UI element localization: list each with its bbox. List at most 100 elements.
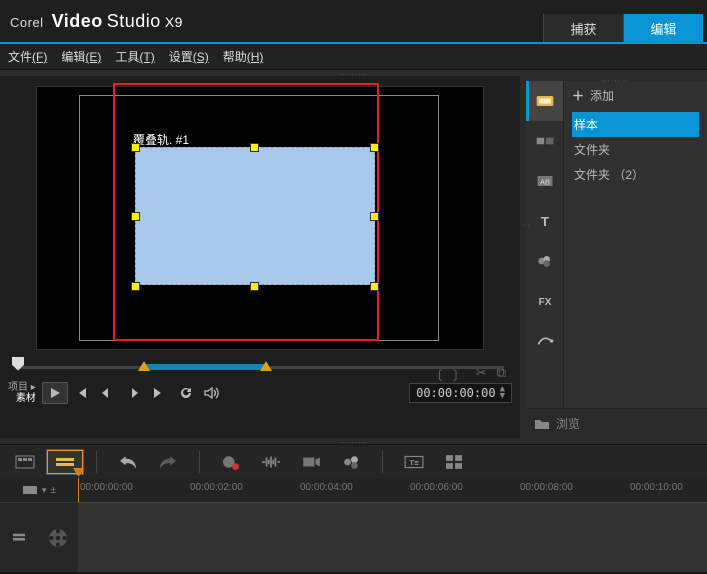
library-grip[interactable]	[526, 76, 707, 81]
loop-button[interactable]	[172, 382, 198, 404]
mark-in-icon[interactable]: 〔	[430, 365, 443, 384]
svg-text:FX: FX	[538, 297, 551, 308]
brand-version: X9	[165, 14, 183, 30]
tab-edit[interactable]: 编辑	[623, 14, 703, 42]
play-button[interactable]	[42, 382, 68, 404]
audio-mixer-button[interactable]	[252, 449, 290, 475]
timeline: ▾ ± 00:00:00:00 00:00:02:00 00:00:04:00 …	[0, 478, 707, 572]
redo-button[interactable]	[149, 449, 187, 475]
multicam-button[interactable]	[435, 449, 473, 475]
chevron-down-icon: ▾	[42, 485, 47, 496]
brand-studio: Studio	[107, 11, 161, 32]
ruler-tick: 00:00:02:00	[190, 482, 243, 493]
menu-file[interactable]: 文件(F)	[8, 48, 47, 65]
mode-project[interactable]: 项目 ▸	[8, 382, 36, 393]
split-icon[interactable]: ⧉	[497, 365, 506, 384]
library-content: ＋ 添加 样本 文件夹 文件夹 （2）	[564, 81, 707, 408]
resize-handle[interactable]	[370, 212, 379, 221]
go-start-button[interactable]	[68, 382, 94, 404]
library-folder-list: 样本 文件夹 文件夹 （2）	[572, 112, 699, 187]
track-head-tools[interactable]: ▾ ±	[0, 478, 78, 502]
track-toggle[interactable]	[0, 502, 38, 572]
resize-handle[interactable]	[370, 143, 379, 152]
subtitle-button[interactable]: T≡	[395, 449, 433, 475]
overlay-track-label: 覆叠轨. #1	[133, 131, 189, 148]
reel-icon	[47, 528, 69, 548]
ruler-tick: 00:00:00:00	[80, 482, 133, 493]
trim-tools: 〔 〕 ✂ ⧉	[430, 365, 506, 384]
ruler-tick: 00:00:10:00	[630, 482, 683, 493]
rail-graphic[interactable]	[526, 241, 563, 281]
center-splitter[interactable]	[520, 76, 526, 438]
workspace-tabs: 捕获 编辑	[543, 0, 703, 42]
library-folder-1[interactable]: 文件夹	[572, 137, 699, 162]
resize-handle[interactable]	[131, 282, 140, 291]
trim-mark-out[interactable]	[260, 361, 272, 371]
record-button[interactable]	[212, 449, 250, 475]
plus-minus-icon[interactable]: ±	[51, 485, 57, 496]
add-label: 添加	[590, 87, 614, 104]
menu-tools[interactable]: 工具(T)	[115, 48, 154, 65]
track-motion-button[interactable]	[332, 449, 370, 475]
overlay-clip[interactable]	[135, 147, 375, 285]
plus-icon: ＋	[572, 87, 584, 104]
preview-canvas[interactable]: 覆叠轨. #1	[36, 86, 484, 350]
undo-button[interactable]	[109, 449, 147, 475]
resize-handle[interactable]	[250, 282, 259, 291]
ruler-tick: 00:00:08:00	[520, 482, 573, 493]
library-folder-sample[interactable]: 样本	[572, 112, 699, 137]
rail-media[interactable]	[526, 81, 563, 121]
rail-transition[interactable]	[526, 121, 563, 161]
svg-text:T: T	[540, 214, 548, 229]
ruler-tick: 00:00:06:00	[410, 482, 463, 493]
svg-text:T≡: T≡	[409, 458, 419, 467]
resize-handle[interactable]	[131, 212, 140, 221]
cut-icon[interactable]: ✂	[476, 365, 487, 384]
library-footer: 浏览	[526, 408, 707, 438]
rail-text[interactable]: T	[526, 201, 563, 241]
storyboard-view-button[interactable]	[6, 449, 44, 475]
go-end-button[interactable]	[146, 382, 172, 404]
library-folder-2[interactable]: 文件夹 （2）	[572, 162, 699, 187]
scrub-playhead[interactable]	[12, 357, 24, 371]
auto-music-button[interactable]	[292, 449, 330, 475]
resize-handle[interactable]	[250, 143, 259, 152]
folder-icon	[534, 418, 550, 430]
library-pane: AB T FX ＋ 添加 样本 文件夹 文件夹 （2） 浏览	[526, 76, 707, 438]
resize-handle[interactable]	[370, 282, 379, 291]
video-track-head[interactable]	[38, 502, 78, 572]
menu-settings[interactable]: 设置(S)	[169, 48, 209, 65]
brand-corel: Corel	[10, 15, 44, 30]
rail-title[interactable]: AB	[526, 161, 563, 201]
tab-capture[interactable]: 捕获	[543, 14, 623, 42]
timeline-splitter[interactable]	[0, 438, 707, 444]
mode-clip[interactable]: 素材	[16, 393, 36, 404]
browse-label[interactable]: 浏览	[556, 415, 580, 432]
timecode-display[interactable]: 00:00:00:00 ▲▼	[409, 383, 512, 403]
scrub-trim-range[interactable]	[144, 364, 266, 370]
svg-text:AB: AB	[539, 177, 549, 186]
trim-mark-in[interactable]	[138, 361, 150, 371]
timecode-value: 00:00:00:00	[416, 386, 495, 400]
rail-path[interactable]	[526, 321, 563, 361]
volume-button[interactable]	[198, 382, 224, 404]
menu-edit[interactable]: 编辑(E)	[61, 48, 101, 65]
video-track[interactable]	[78, 502, 707, 572]
timeline-ruler[interactable]: 00:00:00:00 00:00:02:00 00:00:04:00 00:0…	[78, 478, 707, 502]
brand-video: Video	[52, 11, 103, 32]
brand: Corel VideoStudioX9	[10, 11, 183, 32]
preview-pane: 覆叠轨. #1 〔 〕 ✂ ⧉	[0, 76, 520, 438]
library-rail: AB T FX	[526, 81, 564, 408]
next-frame-button[interactable]	[120, 382, 146, 404]
prev-frame-button[interactable]	[94, 382, 120, 404]
timeline-toolbar: T≡	[0, 444, 707, 478]
film-icon	[22, 484, 38, 496]
tracks-icon	[11, 532, 27, 544]
mark-out-icon[interactable]: 〕	[453, 365, 466, 384]
menu-help[interactable]: 帮助(H)	[223, 48, 264, 65]
resize-handle[interactable]	[131, 143, 140, 152]
library-add[interactable]: ＋ 添加	[572, 87, 699, 104]
rail-filter[interactable]: FX	[526, 281, 563, 321]
title-bar: Corel VideoStudioX9 捕获 编辑	[0, 0, 707, 44]
timecode-spinner[interactable]: ▲▼	[500, 386, 505, 400]
